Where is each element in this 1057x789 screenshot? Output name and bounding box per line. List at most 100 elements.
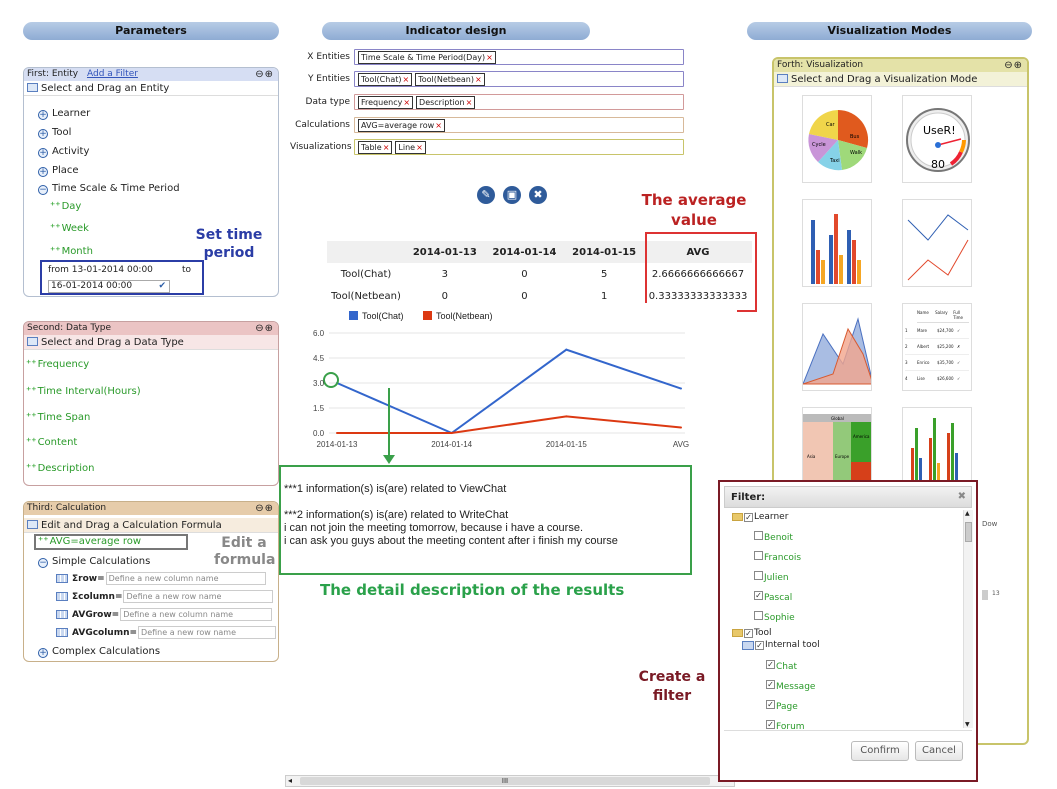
complex-calculations[interactable]: + Complex Calculations [38,646,160,658]
filter-learner-item[interactable]: ✓ Pascal [754,587,792,603]
x-tag[interactable]: Time Scale & Time Period(Day)× [358,50,496,64]
collapse-expand-controls[interactable]: ⊖⊕ [1004,59,1023,72]
filter-tool-item[interactable]: ✓ Message [766,676,815,692]
remove-icon[interactable]: × [402,75,409,84]
entity-panel: First: Entity Add a Filter ⊖⊕ Select and… [23,67,279,297]
visualizations-dropzone[interactable]: Table× Line× [354,139,684,155]
vis-gauge[interactable]: UseR! 80 [902,95,972,183]
entity-item-activity[interactable]: + Activity [38,146,89,158]
vis-tag[interactable]: Table× [358,140,393,154]
dt-tag[interactable]: Frequency× [358,95,414,109]
add-filter-link[interactable]: Add a Filter [87,69,138,79]
checkbox[interactable] [754,610,763,620]
entity-item-tool[interactable]: + Tool [38,127,71,139]
filter-close-icon[interactable]: ✖ [958,491,966,502]
scroll-left-icon[interactable]: ◂ [288,776,292,785]
hidden-thumb-text: Dow [982,520,998,528]
to-date-input[interactable]: 16-01-2014 00:00 ✔ [48,280,170,293]
checkbox[interactable]: ✓ [744,628,753,638]
vis-pie-chart[interactable]: Car Bus Cycle Walk Taxi [802,95,872,183]
remove-icon[interactable]: × [486,53,493,62]
checkbox[interactable]: ✓ [766,699,775,709]
table-icon [56,592,68,601]
vis-area-chart[interactable] [802,303,872,391]
filter-tool-group[interactable]: ✓ Tool [732,628,771,638]
filter-scroll-thumb[interactable] [965,522,972,542]
filter-learner-item[interactable]: Julien [754,567,789,583]
remove-icon[interactable]: × [475,75,482,84]
filter-tool-item[interactable]: ✓ Forum [766,716,805,730]
filter-learner-item[interactable]: Francois [754,547,801,563]
collapse-expand-controls[interactable]: ⊖⊕ [255,502,274,515]
formula-avg[interactable]: ⁺⁺AVG=average row [38,536,141,547]
filter-dialog: Filter: ✖ ✓ Learner Benoit Francois Julie… [718,480,978,782]
filter-learner-group[interactable]: ✓ Learner [732,512,788,522]
close-icon[interactable]: ✖ [529,186,547,204]
checkbox[interactable]: ✓ [766,679,775,689]
calc-sum-column[interactable]: Σcolumn= Define a new row name [56,590,274,603]
checkbox[interactable]: ✓ [766,659,775,669]
confirm-button[interactable]: Confirm [851,741,909,761]
horizontal-scrollbar[interactable]: ◂ III [285,775,735,787]
period-day[interactable]: ⁺⁺Day [50,201,81,212]
period-week[interactable]: ⁺⁺Week [50,223,89,234]
filter-tool-item[interactable]: ✓ Chat [766,656,797,672]
sum-column-input[interactable]: Define a new row name [123,590,274,603]
datatype-content[interactable]: ⁺⁺Content [26,437,77,448]
remove-icon[interactable]: × [403,98,410,107]
vis-line-chart[interactable] [902,199,972,287]
simple-calculations[interactable]: − Simple Calculations [38,556,150,568]
filter-tool-item[interactable]: ✓ Page [766,696,798,712]
checkbox[interactable]: ✓ [755,640,764,650]
remove-icon[interactable]: × [466,98,473,107]
vis-bar-chart[interactable] [802,199,872,287]
entity-item-learner[interactable]: + Learner [38,108,90,120]
checkbox[interactable] [754,530,763,540]
checkbox[interactable] [754,570,763,580]
vis-tag[interactable]: Line× [395,140,426,154]
calendar-check-icon[interactable]: ✔ [158,281,166,291]
entity-item-place[interactable]: + Place [38,165,79,177]
save-icon[interactable]: ▣ [503,186,521,204]
filter-learner-item[interactable]: Sophie [754,607,795,623]
remove-icon[interactable]: × [383,143,390,152]
period-month[interactable]: ⁺⁺Month [50,246,93,257]
calc-tag[interactable]: AVG=average row× [358,118,445,132]
y-entities-dropzone[interactable]: Tool(Chat)× Tool(Netbean)× [354,71,684,87]
calc-avg-row[interactable]: AVGrow= Define a new column name [56,608,273,621]
checkbox[interactable]: ✓ [766,719,775,729]
remove-icon[interactable]: × [416,143,423,152]
calc-avg-column[interactable]: AVGcolumn= Define a new row name [56,626,277,639]
x-entities-dropzone[interactable]: Time Scale & Time Period(Day)× [354,49,684,65]
calc-sum-row[interactable]: Σrow= Define a new column name [56,572,266,585]
checkbox[interactable] [754,550,763,560]
checkbox[interactable]: ✓ [744,512,753,522]
scroll-up-icon[interactable]: ▲ [965,510,970,517]
checkbox[interactable]: ✓ [754,590,763,600]
y-tag[interactable]: Tool(Netbean)× [415,72,485,86]
filter-internal-tool[interactable]: ✓ Internal tool [742,640,820,650]
avg-column-input[interactable]: Define a new row name [138,626,277,639]
datatype-time-interval[interactable]: ⁺⁺Time Interval(Hours) [26,386,141,397]
entity-item-time-scale[interactable]: − Time Scale & Time Period [38,183,180,195]
dt-tag[interactable]: Description× [416,95,476,109]
cancel-button[interactable]: Cancel [915,741,963,761]
hidden-thumb-bar [982,590,988,600]
datatype-time-span[interactable]: ⁺⁺Time Span [26,412,90,423]
scroll-down-icon[interactable]: ▼ [965,721,970,728]
sum-row-input[interactable]: Define a new column name [105,572,266,585]
filter-scrollbar[interactable]: ▲ ▼ [963,510,973,728]
collapse-expand-controls[interactable]: ⊖⊕ [255,68,274,81]
vis-table[interactable]: Name Salary Full Time 1 Mare $24,700 ✓ 2 Alber… [902,303,972,391]
calculations-dropzone[interactable]: AVG=average row× [354,117,684,133]
y-tag[interactable]: Tool(Chat)× [358,72,413,86]
remove-icon[interactable]: × [435,121,442,130]
scrollbar-thumb[interactable]: III [300,777,710,785]
edit-pencil-icon[interactable]: ✎ [477,186,495,204]
avg-row-input[interactable]: Define a new column name [120,608,273,621]
collapse-expand-controls[interactable]: ⊖⊕ [255,322,274,335]
data-type-dropzone[interactable]: Frequency× Description× [354,94,684,110]
datatype-description[interactable]: ⁺⁺Description [26,463,95,474]
datatype-frequency[interactable]: ⁺⁺Frequency [26,359,89,370]
filter-learner-item[interactable]: Benoit [754,527,793,543]
